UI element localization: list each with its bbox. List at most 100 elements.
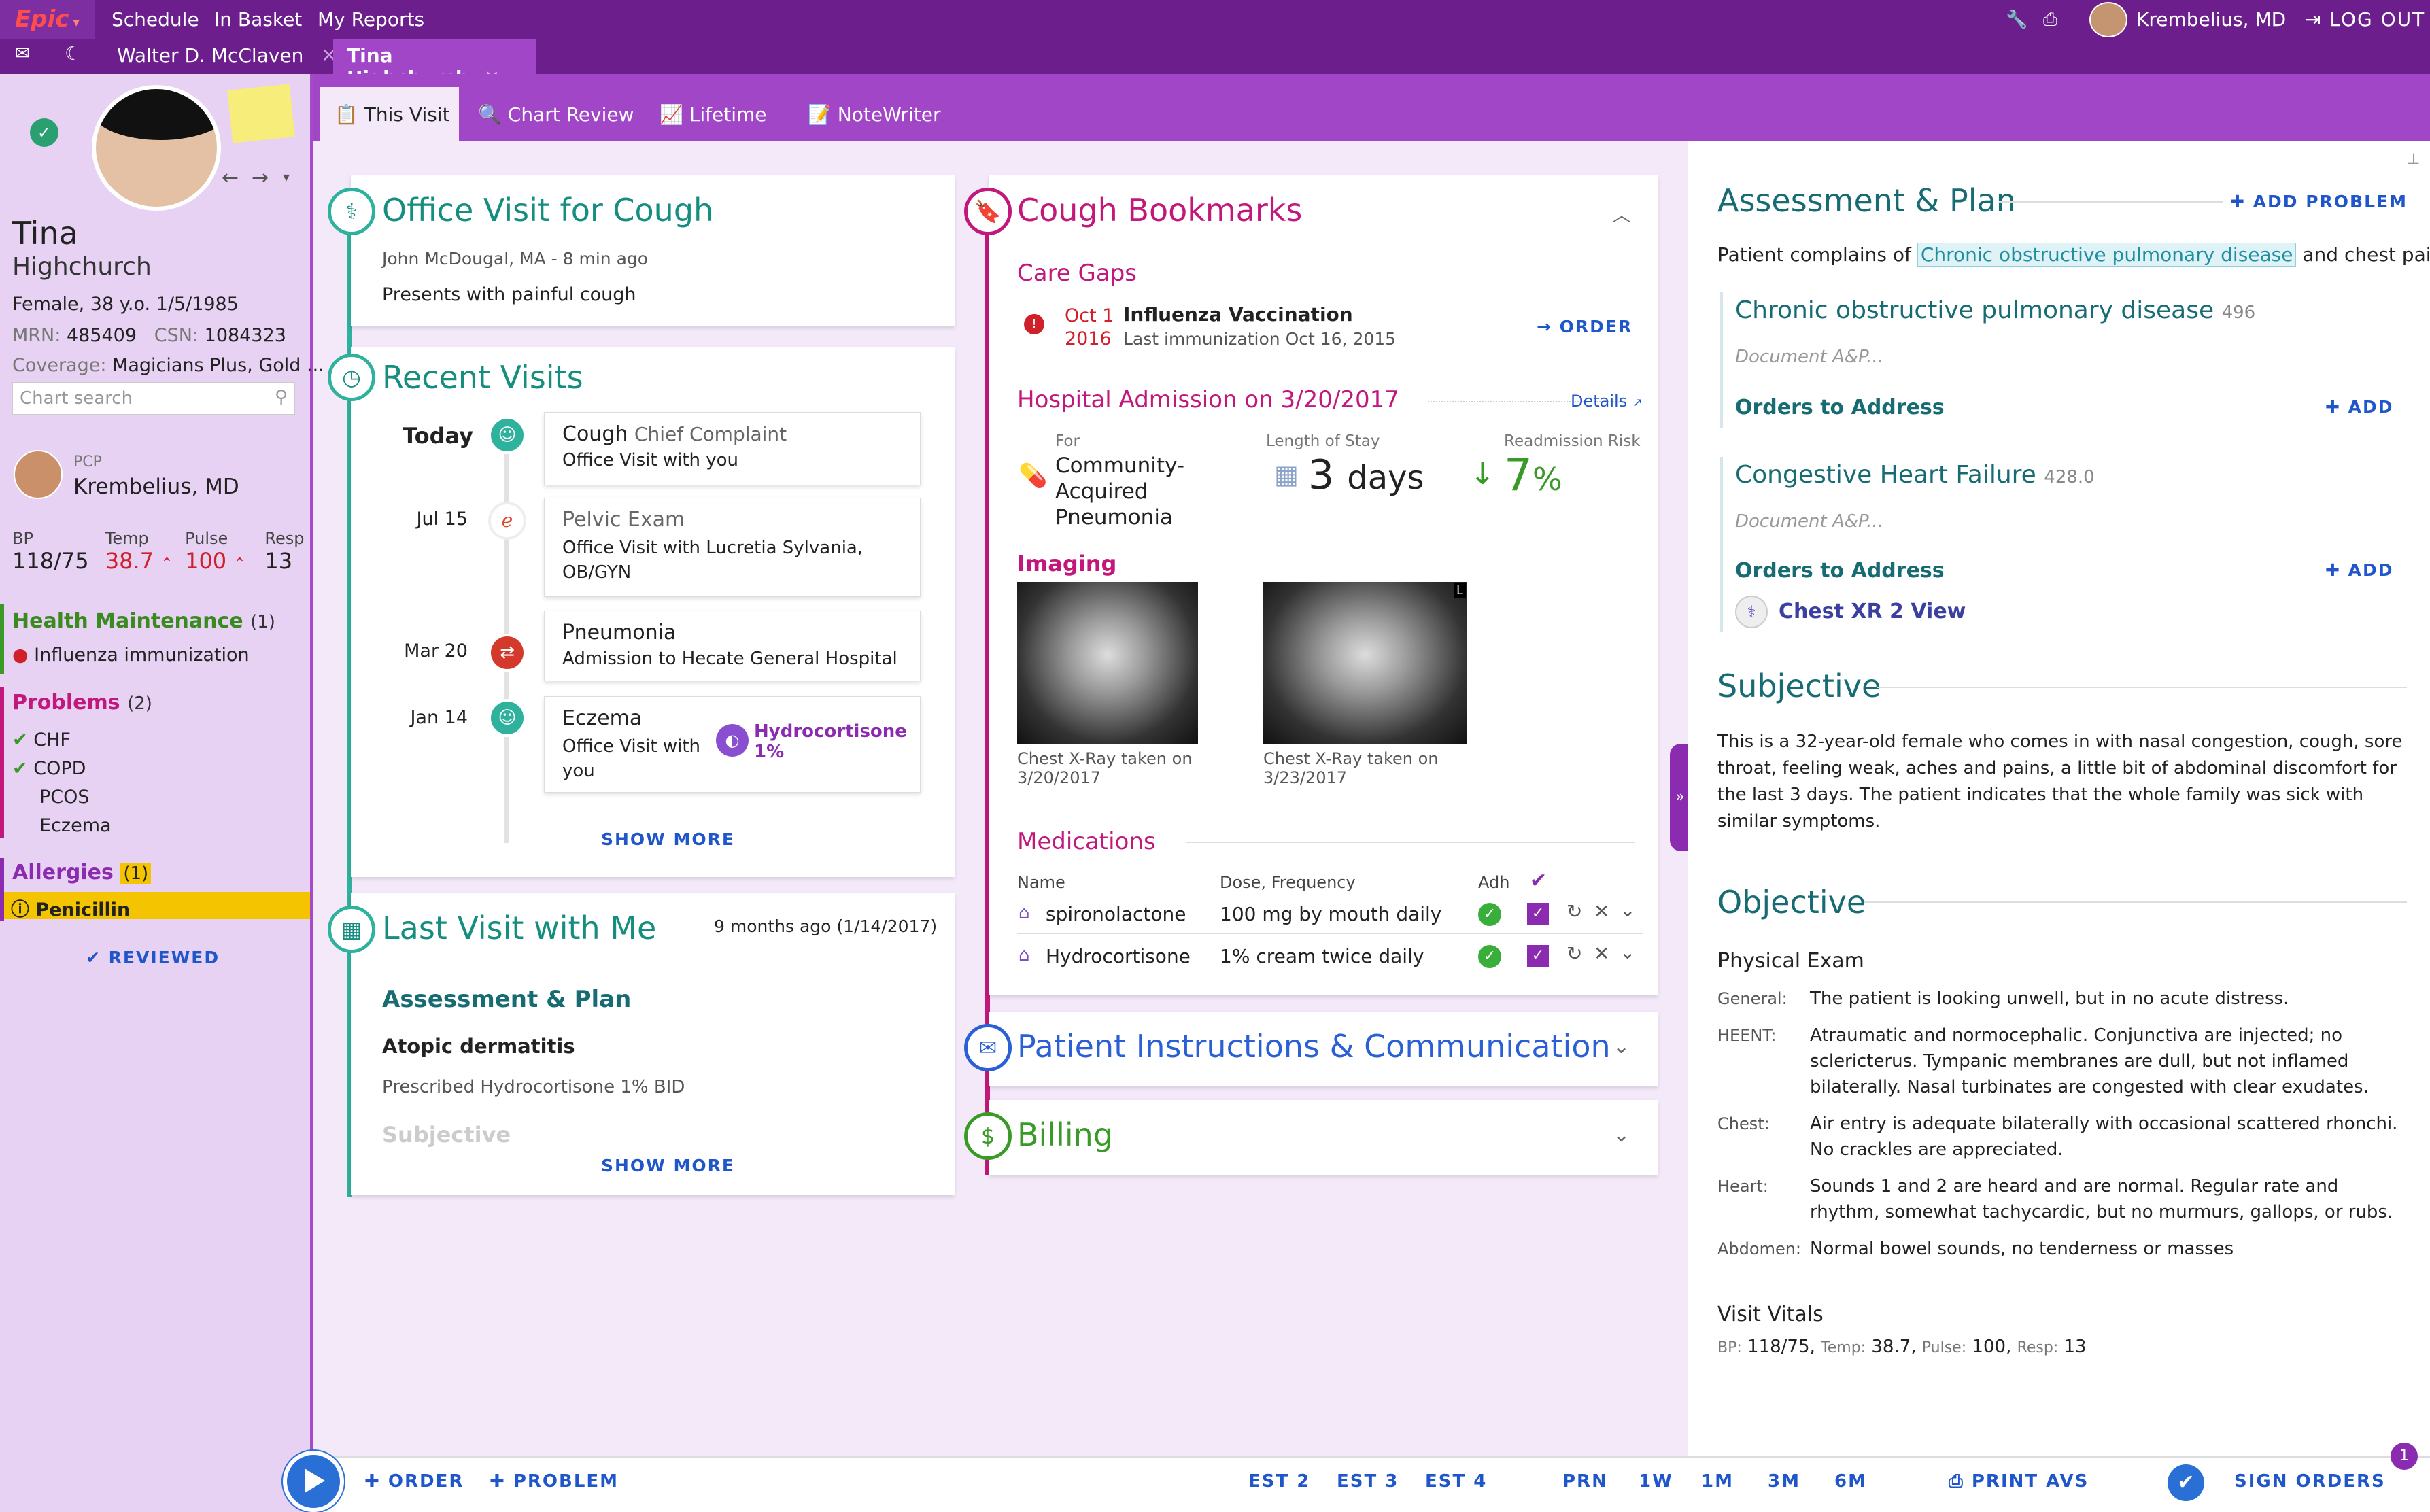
order-item[interactable]: Chest XR 2 View <box>1779 600 1966 623</box>
printer-icon[interactable]: ⎙ <box>2043 10 2057 31</box>
subjective-text[interactable]: This is a 32-year-old female who comes i… <box>1717 729 2404 835</box>
hm-item[interactable]: ● Influenza immunization <box>12 645 250 666</box>
menu-in-basket[interactable]: In Basket <box>214 8 302 31</box>
visit-vitals-values: BP: 118/75, Temp: 38.7, Pulse: 100, Resp… <box>1717 1337 2087 1357</box>
chevron-down-icon[interactable]: ▾ <box>283 169 290 185</box>
pcp-name[interactable]: Krembelius, MD <box>73 475 239 499</box>
patient-mrn-csn: MRN: 485409 CSN: 1084323 <box>12 325 286 346</box>
menu-my-reports[interactable]: My Reports <box>318 8 424 31</box>
sticky-note-icon[interactable] <box>227 84 295 143</box>
xray-thumbnail[interactable] <box>1017 582 1198 744</box>
visit-date: Jan 14 <box>410 707 468 728</box>
user-name[interactable]: Krembelius, MD <box>2136 8 2286 31</box>
sign-orders-button[interactable]: SIGN ORDERS <box>2234 1471 2386 1492</box>
print-avs-button[interactable]: ⎙ PRINT AVS <box>1949 1471 2089 1492</box>
health-maintenance-header[interactable]: Health Maintenance (1) <box>12 609 275 633</box>
discontinue-icon[interactable]: ✕ <box>1594 942 1609 965</box>
xray-thumbnail[interactable]: L <box>1263 582 1467 744</box>
menu-schedule[interactable]: Schedule <box>112 8 199 31</box>
ap-document-field[interactable]: Document A&P... <box>1735 511 1883 532</box>
tab-notewriter[interactable]: 📝 NoteWriter <box>808 103 941 126</box>
epic-logo-menu[interactable]: Epic ▾ <box>0 0 95 39</box>
est3-button[interactable]: EST 3 <box>1337 1471 1399 1492</box>
arrow-down-icon: ↓ <box>1470 457 1495 492</box>
add-problem-button[interactable]: ✚ ADD PROBLEM <box>2230 192 2408 211</box>
problem-item[interactable]: Eczema <box>12 812 112 840</box>
ap-problem-name[interactable]: Congestive Heart Failure 428.0 <box>1735 461 2095 489</box>
sidebar-vitals: BP 118/75 Temp 38.7 ⌃ Pulse 100 ⌃ Resp 13 <box>12 529 305 574</box>
problem-button[interactable]: ✚ PROBLEM <box>490 1471 619 1492</box>
ap-document-field[interactable]: Document A&P... <box>1735 347 1883 367</box>
person-icon: ☺ <box>488 699 526 737</box>
tab-chart-review[interactable]: 🔍 Chart Review <box>478 103 634 126</box>
care-gap-date: Oct 1 2016 <box>1065 305 1114 349</box>
med-col-dose: Dose, Frequency <box>1220 873 1356 892</box>
care-gap-order-button[interactable]: → ORDER <box>1537 317 1632 337</box>
user-avatar[interactable] <box>2089 2 2127 37</box>
order-button[interactable]: ✚ ORDER <box>364 1471 464 1492</box>
wrench-icon[interactable]: 🔧 <box>2006 10 2027 30</box>
patient-coverage: Coverage: Magicians Plus, Gold ... <box>12 355 324 376</box>
pcp-avatar[interactable] <box>14 450 63 499</box>
admission-heading: Hospital Admission on 3/20/2017 <box>1017 386 1399 413</box>
recent-visits-show-more[interactable]: SHOW MORE <box>601 829 735 849</box>
followup-1m-button[interactable]: 1M <box>1701 1471 1734 1492</box>
followup-1w-button[interactable]: 1W <box>1639 1471 1673 1492</box>
mail-icon[interactable]: ✉ <box>15 44 30 64</box>
est2-button[interactable]: EST 2 <box>1248 1471 1310 1492</box>
visit-item[interactable]: Cough Chief Complaint Office Visit with … <box>544 412 921 485</box>
discontinue-icon[interactable]: ✕ <box>1594 900 1609 923</box>
visit-item[interactable]: Pneumonia Admission to Hecate General Ho… <box>544 611 921 681</box>
problem-link[interactable]: Chronic obstructive pulmonary disease <box>1917 243 2297 267</box>
arrow-right-icon: → <box>1537 317 1552 337</box>
expand-chevron-icon[interactable]: ⌄ <box>1613 1035 1630 1059</box>
tab-lifetime[interactable]: 📈 Lifetime <box>660 103 767 126</box>
patient-tab-walter[interactable]: Walter D. McClaven ✕ <box>103 39 351 74</box>
checklist-icon[interactable]: ✓ <box>30 118 58 147</box>
visit-item[interactable]: Pelvic Exam Office Visit with Lucretia S… <box>544 498 921 597</box>
patient-photo[interactable] <box>92 85 221 211</box>
patient-tab-tina[interactable]: Tina Highchurch✕ <box>333 39 536 89</box>
arrow-right-icon[interactable]: → <box>252 166 269 190</box>
problem-item[interactable]: PCOS <box>12 783 112 812</box>
problem-item[interactable]: ✔ COPD <box>12 755 112 783</box>
problems-header[interactable]: Problems (2) <box>12 691 152 715</box>
med-checkbox[interactable]: ✓ <box>1527 945 1549 967</box>
pin-icon[interactable]: ⊥ <box>2407 151 2420 168</box>
prn-button[interactable]: PRN <box>1562 1471 1608 1492</box>
add-order-button[interactable]: ✚ ADD <box>2325 560 2394 580</box>
reorder-icon[interactable]: ↻ <box>1567 942 1582 965</box>
admission-details-link[interactable]: Details ↗ <box>1571 392 1643 411</box>
med-checkbox[interactable]: ✓ <box>1527 903 1549 925</box>
expand-icon[interactable]: ⌄ <box>1620 899 1635 921</box>
visit-item[interactable]: Eczema Office Visit with you ◐ Hydrocort… <box>544 696 921 793</box>
followup-6m-button[interactable]: 6M <box>1834 1471 1867 1492</box>
followup-3m-button[interactable]: 3M <box>1768 1471 1800 1492</box>
expand-pane-handle[interactable]: » <box>1670 744 1690 851</box>
arrow-left-icon[interactable]: ← <box>222 166 239 190</box>
chart-search-input[interactable]: Chart search ⚲ <box>12 382 295 415</box>
visit-date: Jul 15 <box>416 509 468 530</box>
expand-chevron-icon[interactable]: ⌄ <box>1613 1123 1630 1147</box>
add-order-button[interactable]: ✚ ADD <box>2325 397 2394 417</box>
visit-medication[interactable]: Hydrocortisone 1% <box>754 721 910 762</box>
med-row[interactable]: ⌂ Hydrocortisone 1% cream twice daily ✓ … <box>1017 938 1643 976</box>
notification-badge[interactable]: 1 <box>2391 1443 2418 1470</box>
collapse-chevron-icon[interactable]: ︿ <box>1613 201 1630 226</box>
reviewed-button[interactable]: ✔ REVIEWED <box>86 948 220 967</box>
tab-this-visit[interactable]: 📋 This Visit <box>320 87 459 141</box>
med-row[interactable]: ⌂ spironolactone 100 mg by mouth daily ✓… <box>1017 896 1643 934</box>
check-icon: ✔ <box>12 758 28 779</box>
physical-exam-list[interactable]: General: The patient is looking unwell, b… <box>1717 986 2404 1262</box>
est4-button[interactable]: EST 4 <box>1425 1471 1487 1492</box>
select-all-check-icon[interactable]: ✔ <box>1530 869 1547 893</box>
problem-item[interactable]: ✔ CHF <box>12 726 112 755</box>
last-visit-show-more[interactable]: SHOW MORE <box>601 1156 735 1175</box>
epic-swirl-icon[interactable]: ☾ <box>65 42 82 65</box>
allergy-item[interactable]: ⓘ Penicillin <box>4 892 310 921</box>
ap-problem-name[interactable]: Chronic obstructive pulmonary disease 49… <box>1735 296 2255 324</box>
logout-button[interactable]: ⇥ LOG OUT <box>2305 8 2425 31</box>
expand-icon[interactable]: ⌄ <box>1620 941 1635 963</box>
reorder-icon[interactable]: ↻ <box>1567 900 1582 923</box>
allergies-header[interactable]: Allergies (1) <box>12 861 152 884</box>
